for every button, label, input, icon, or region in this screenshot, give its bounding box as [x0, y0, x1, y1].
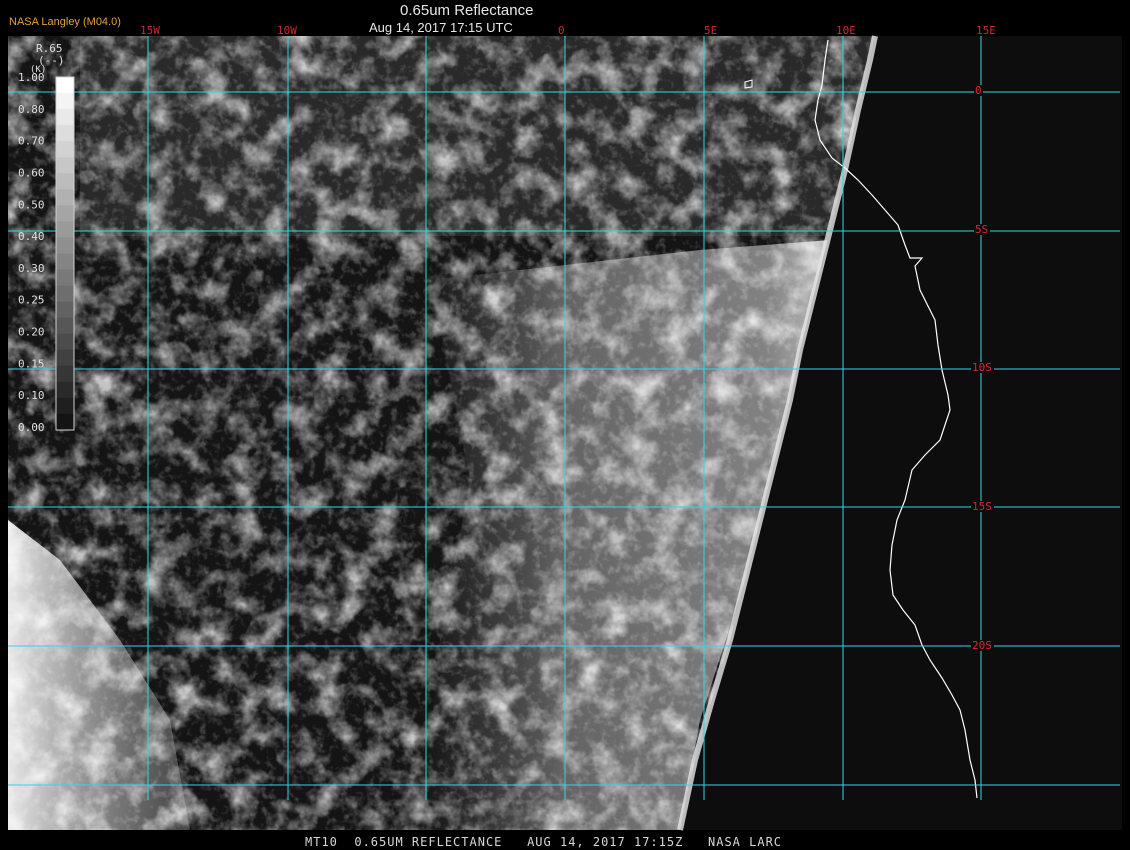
longitude-label: 10W — [277, 24, 297, 37]
colorbar-step — [56, 317, 74, 335]
longitude-label: 5E — [704, 24, 717, 37]
colorbar-tick-label: 0.40 — [18, 230, 45, 243]
colorbar-step — [56, 237, 74, 254]
colorbar-tick-label: 0.00 — [18, 421, 45, 434]
longitude-label: 0 — [558, 24, 565, 37]
colorbar-step — [56, 349, 74, 367]
producer-label: NASA Langley (M04.0) — [9, 16, 121, 28]
colorbar-step — [56, 253, 74, 271]
colorbar-step — [56, 173, 74, 190]
colorbar-step — [56, 141, 74, 158]
colorbar-step — [56, 285, 74, 303]
colorbar-step — [56, 397, 74, 415]
colorbar-step — [56, 413, 74, 431]
colorbar-tick-label: 0.20 — [18, 326, 45, 339]
latitude-label: 5S — [975, 223, 988, 236]
colorbar-tick-label: 1.00 — [18, 71, 45, 84]
colorbar-step — [56, 301, 74, 319]
colorbar-tick-label: 0.15 — [18, 357, 45, 370]
colorbar-step — [56, 93, 74, 110]
image-timestamp: Aug 14, 2017 17:15 UTC — [369, 20, 513, 35]
satellite-image-viewer: 15W 10W 0 5E 10E 15E 0 5S 10S 15S 20S R.65 (--) (K… — [0, 0, 1130, 850]
latitude-label: 10S — [972, 361, 992, 374]
longitude-label: 15W — [140, 24, 160, 37]
colorbar-step — [56, 269, 74, 287]
colorbar-tick-label: 0.50 — [18, 198, 45, 211]
product-title: 0.65um Reflectance — [400, 2, 534, 19]
longitude-label: 10E — [836, 24, 856, 37]
latitude-label: 0 — [975, 84, 982, 97]
colorbar-step — [56, 125, 74, 142]
colorbar-tick-label: 0.30 — [18, 262, 45, 275]
colorbar-step — [56, 109, 74, 126]
colorbar-step — [56, 157, 74, 174]
colorbar-step — [56, 189, 74, 206]
longitude-label: 15E — [976, 24, 996, 37]
colorbar-scale — [55, 76, 75, 431]
colorbar-step — [56, 333, 74, 351]
colorbar-tick-label: 0.70 — [18, 135, 45, 148]
colorbar-tick-label: 0.60 — [18, 166, 45, 179]
latitude-label: 20S — [972, 639, 992, 652]
colorbar-tick-label: 0.10 — [18, 389, 45, 402]
colorbar-step — [56, 365, 74, 383]
colorbar-step — [56, 381, 74, 399]
reflectance-map: 15W 10W 0 5E 10E 15E05S10S15S20S R.65 (--) (K… — [8, 24, 1122, 831]
colorbar-step — [56, 77, 74, 94]
colorbar-tick-label: 0.25 — [18, 294, 45, 307]
colorbar-tick-label: 0.80 — [18, 103, 45, 116]
footer-caption: MT10 0.65UM REFLECTANCE AUG 14, 2017 17:… — [305, 835, 783, 849]
colorbar-step — [56, 205, 74, 222]
colorbar-step — [56, 221, 74, 238]
latitude-label: 15S — [972, 500, 992, 513]
